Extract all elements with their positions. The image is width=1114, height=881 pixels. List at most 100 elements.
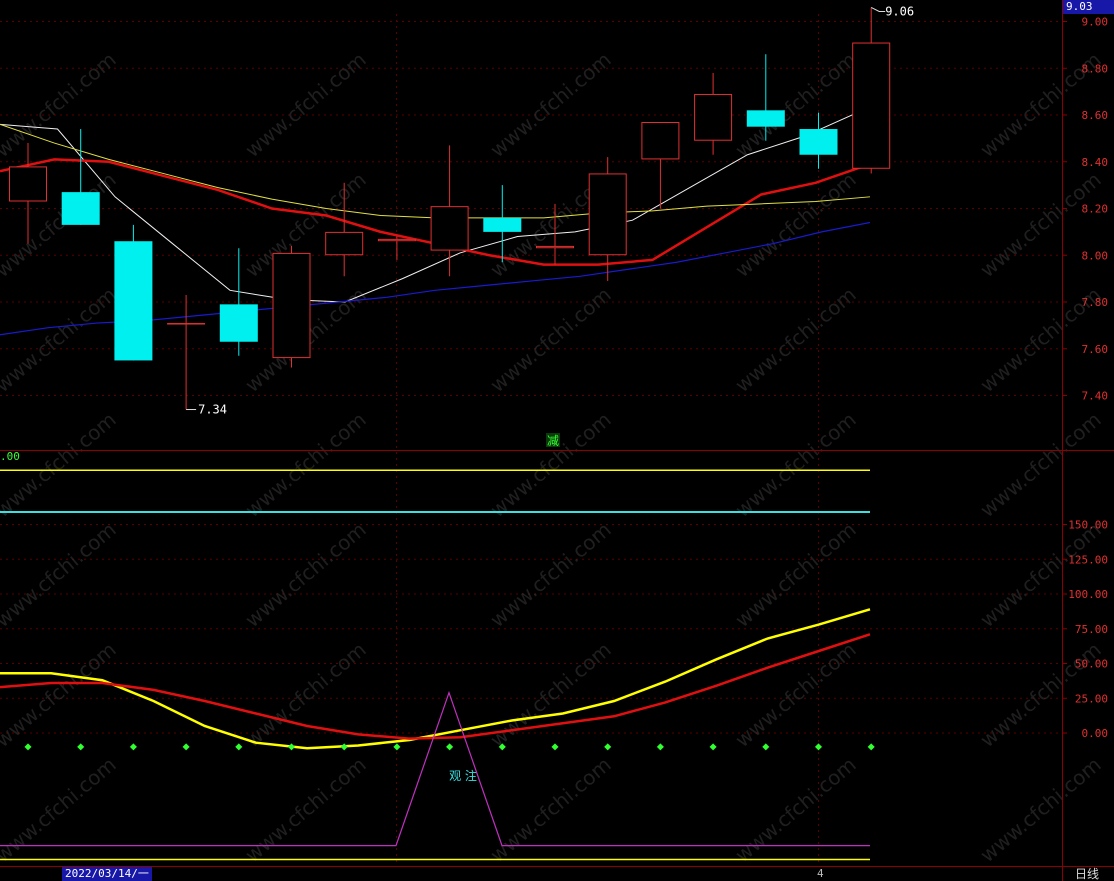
- candle-body: [588, 173, 627, 256]
- grid-lines: [0, 14, 1062, 866]
- watermark-text: www.cfchi.com: [240, 752, 370, 867]
- watermark-text: www.cfchi.com: [0, 752, 121, 867]
- osc-signal-line: [0, 690, 870, 847]
- candle: [377, 236, 416, 260]
- low-label: 7.34: [198, 403, 227, 417]
- osc-tick-label: 25.00: [1075, 692, 1108, 705]
- osc-tick-label: 150.00: [1068, 519, 1108, 532]
- osc-dot: [340, 743, 348, 751]
- watermark-text: www.cfchi.com: [0, 282, 121, 397]
- osc-dot: [762, 743, 770, 751]
- stock-chart[interactable]: www.cfchi.com www.cfchi.com www.cfchi.com w…: [0, 0, 1114, 881]
- watermark-text: www.cfchi.com: [485, 407, 615, 522]
- candle-body: [536, 245, 574, 249]
- watermark-text: www.cfchi.com: [485, 282, 615, 397]
- osc-dot: [551, 743, 559, 751]
- watermark-text: www.cfchi.com: [730, 752, 860, 867]
- watermark-text: www.cfchi.com: [240, 407, 370, 522]
- x-axis-tick: 4: [817, 867, 824, 880]
- candle-body: [61, 192, 100, 225]
- watermark-text: www.cfchi.com: [730, 637, 860, 752]
- watermark-layer: www.cfchi.com www.cfchi.com www.cfchi.com w…: [0, 47, 1106, 867]
- osc-tick-label: 75.00: [1075, 623, 1108, 636]
- osc-dot: [867, 743, 875, 751]
- candle: [167, 294, 206, 410]
- watermark-text: www.cfchi.com: [975, 167, 1105, 282]
- candle-body: [852, 42, 891, 169]
- candle-body: [483, 217, 522, 232]
- watermark-text: www.cfchi.com: [0, 517, 121, 632]
- osc-dot: [446, 743, 454, 751]
- watermark-text: www.cfchi.com: [0, 407, 121, 522]
- price-tick-label: 7.60: [1082, 343, 1109, 356]
- osc-dot: [393, 743, 401, 751]
- price-tick-label: 7.80: [1082, 296, 1109, 309]
- oscillator-value-label: .00: [0, 450, 20, 463]
- osc-dot: [129, 743, 137, 751]
- watermark-text: www.cfchi.com: [730, 282, 860, 397]
- watermark-text: www.cfchi.com: [975, 517, 1105, 632]
- candle: [799, 112, 838, 169]
- candle-body: [746, 110, 785, 127]
- price-tick-label: 8.20: [1082, 203, 1109, 216]
- watermark-text: www.cfchi.com: [730, 407, 860, 522]
- candle-body: [377, 238, 416, 242]
- osc-dot: [182, 743, 190, 751]
- watermark-text: www.cfchi.com: [485, 47, 615, 162]
- candle-body: [325, 231, 364, 256]
- high-marker: [870, 7, 886, 12]
- price-tick-label: 8.80: [1082, 62, 1109, 75]
- watermark-text: www.cfchi.com: [730, 517, 860, 632]
- candle: [694, 72, 733, 155]
- osc-tick-label: 100.00: [1068, 588, 1108, 601]
- candle: [852, 7, 891, 174]
- osc-annotation-label: 观 注: [449, 768, 477, 783]
- osc-dot: [24, 743, 32, 751]
- osc-dot: [287, 743, 296, 751]
- y-axis-ticks: 9.00 8.80 8.60 8.40 8.20 8.00 7.80 7.60 7.40 150.…: [1062, 16, 1109, 740]
- watermark-text: www.cfchi.com: [975, 407, 1105, 522]
- watermark-text: www.cfchi.com: [240, 47, 370, 162]
- signal-marker: 减: [546, 433, 560, 448]
- watermark-text: www.cfchi.com: [485, 517, 615, 632]
- candle-body: [114, 241, 153, 361]
- price-tick-label: 8.00: [1082, 249, 1109, 262]
- osc-dot: [656, 743, 664, 751]
- osc-dot: [235, 743, 243, 751]
- watermark-text: www.cfchi.com: [240, 637, 370, 752]
- watermark-text: www.cfchi.com: [975, 752, 1105, 867]
- watermark-text: www.cfchi.com: [0, 637, 121, 752]
- price-tick-label: 8.60: [1082, 109, 1109, 122]
- watermark-text: www.cfchi.com: [240, 517, 370, 632]
- candle-body: [9, 166, 47, 202]
- candle-body: [694, 93, 733, 141]
- signal-label: 减: [547, 434, 559, 448]
- candle-body: [272, 252, 311, 359]
- osc-tick-label: 0.00: [1082, 727, 1109, 740]
- price-tick-label: 9.00: [1082, 16, 1109, 29]
- date-label: 2022/03/14/一: [62, 867, 152, 881]
- candle: [641, 122, 680, 209]
- period-label[interactable]: 日线: [1075, 867, 1099, 881]
- current-price-badge: 9.03: [1063, 0, 1114, 14]
- osc-dot: [604, 743, 612, 751]
- oscillator-panel[interactable]: 观 注: [0, 469, 875, 861]
- candle-body: [799, 129, 838, 155]
- watermark-text: www.cfchi.com: [485, 637, 615, 752]
- price-tick-label: 7.40: [1082, 390, 1109, 403]
- candle: [430, 145, 469, 277]
- candle-body: [641, 122, 680, 160]
- watermark-text: www.cfchi.com: [485, 752, 615, 867]
- osc-tick-label: 125.00: [1068, 553, 1108, 566]
- osc-tick-label: 50.00: [1075, 658, 1108, 671]
- candle-body: [167, 323, 206, 325]
- osc-dot: [709, 743, 717, 751]
- candle-body: [219, 304, 258, 342]
- watermark-text: www.cfchi.com: [730, 167, 860, 282]
- candle: [114, 224, 153, 361]
- osc-dot: [77, 743, 85, 751]
- watermark-text: www.cfchi.com: [730, 47, 860, 162]
- high-label: 9.06: [885, 4, 914, 18]
- candle-body: [430, 206, 469, 251]
- osc-dot: [814, 743, 823, 751]
